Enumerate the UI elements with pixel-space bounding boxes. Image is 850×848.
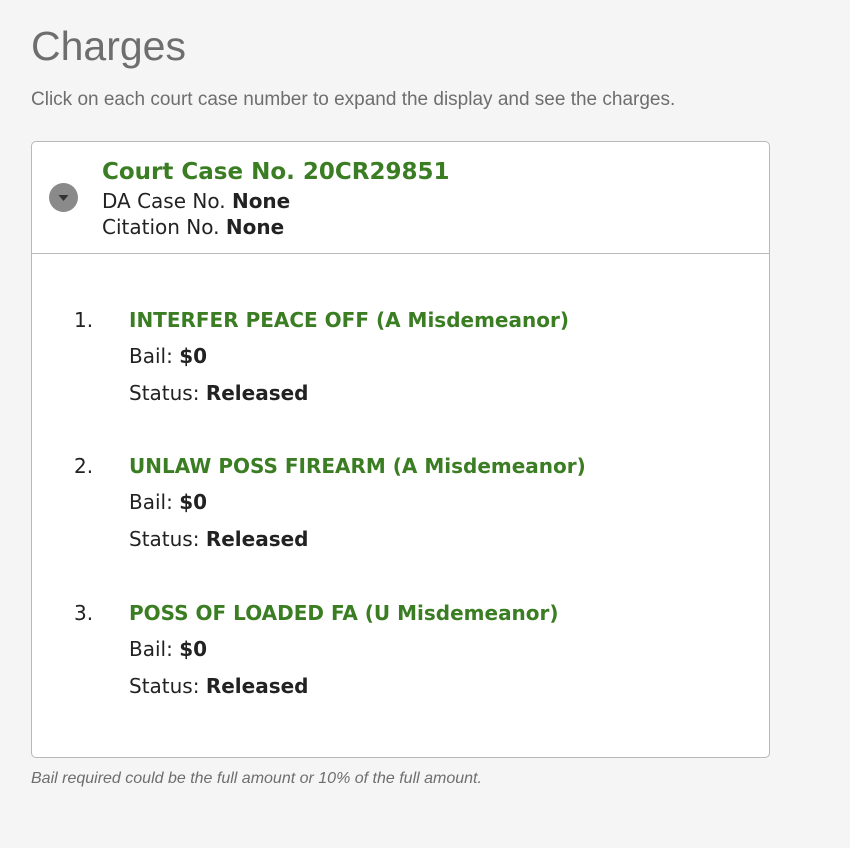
status-value: Released bbox=[205, 381, 309, 405]
charge-bail: Bail: $0 bbox=[129, 342, 207, 370]
citation-value: None bbox=[225, 215, 285, 239]
court-case-number-link[interactable]: Court Case No. 20CR29851 bbox=[102, 157, 450, 187]
charge-name: POSS OF LOADED FA (U Misdemeanor) bbox=[129, 601, 559, 625]
bail-value: $0 bbox=[179, 344, 208, 368]
charge-status: Status: Released bbox=[129, 379, 309, 407]
charge-bail: Bail: $0 bbox=[129, 488, 207, 516]
bail-value: $0 bbox=[179, 490, 208, 514]
charge-bail: Bail: $0 bbox=[129, 635, 207, 663]
charge-item: 1. INTERFER PEACE OFF (A Misdemeanor) Ba… bbox=[32, 306, 769, 416]
charge-name: INTERFER PEACE OFF (A Misdemeanor) bbox=[129, 308, 569, 332]
charge-index: 3. bbox=[74, 601, 94, 625]
charge-status: Status: Released bbox=[129, 672, 309, 700]
charge-item: 3. POSS OF LOADED FA (U Misdemeanor) Bai… bbox=[32, 599, 769, 709]
citation-label: Citation No. bbox=[102, 215, 220, 239]
status-label: Status: bbox=[129, 674, 200, 698]
bail-footnote: Bail required could be the full amount o… bbox=[31, 770, 482, 787]
bail-label: Bail: bbox=[129, 637, 173, 661]
page-instructions: Click on each court case number to expan… bbox=[31, 89, 676, 110]
bail-value: $0 bbox=[179, 637, 208, 661]
status-label: Status: bbox=[129, 527, 200, 551]
status-value: Released bbox=[205, 674, 309, 698]
bail-label: Bail: bbox=[129, 344, 173, 368]
da-case-label: DA Case No. bbox=[102, 189, 226, 213]
charge-index: 2. bbox=[74, 454, 94, 478]
status-label: Status: bbox=[129, 381, 200, 405]
court-case-panel: Court Case No. 20CR29851 DA Case No. Non… bbox=[31, 141, 770, 758]
da-case-line: DA Case No. None bbox=[102, 188, 290, 214]
charge-index: 1. bbox=[74, 308, 94, 332]
page-title: Charges bbox=[31, 23, 186, 69]
chevron-down-icon[interactable] bbox=[49, 183, 78, 212]
citation-line: Citation No. None bbox=[102, 214, 284, 240]
court-case-header[interactable]: Court Case No. 20CR29851 DA Case No. Non… bbox=[32, 142, 769, 254]
charge-item: 2. UNLAW POSS FIREARM (A Misdemeanor) Ba… bbox=[32, 452, 769, 562]
bail-label: Bail: bbox=[129, 490, 173, 514]
charge-name: UNLAW POSS FIREARM (A Misdemeanor) bbox=[129, 454, 586, 478]
da-case-value: None bbox=[231, 189, 291, 213]
charge-status: Status: Released bbox=[129, 525, 309, 553]
status-value: Released bbox=[205, 527, 309, 551]
